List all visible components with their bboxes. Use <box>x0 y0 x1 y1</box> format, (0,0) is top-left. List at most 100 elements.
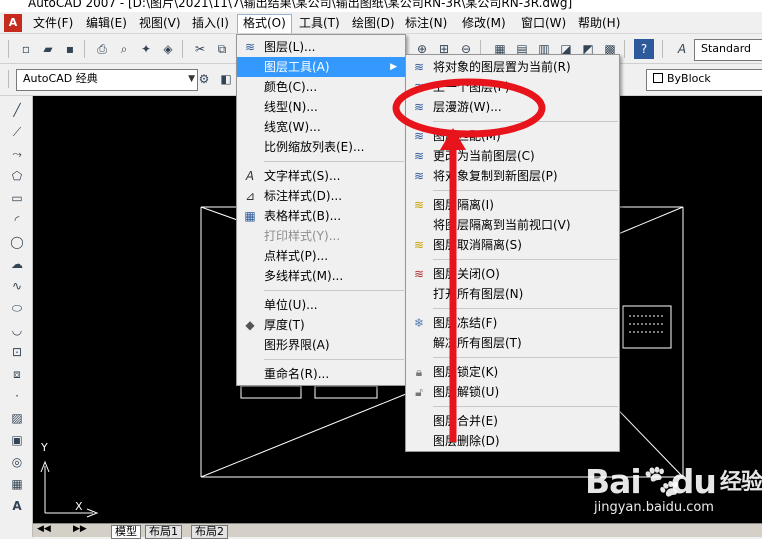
menu-edit[interactable]: 编辑(E) <box>81 14 132 32</box>
menu-item-limits[interactable]: 图形界限(A) <box>237 335 405 355</box>
menu-item-mline-style[interactable]: 多线样式(M)... <box>237 266 405 286</box>
publish-icon[interactable]: ✦ <box>136 39 156 59</box>
layer-off-icon: ≋ <box>413 267 425 281</box>
menu-item-rename[interactable]: 重命名(R)... <box>237 364 405 384</box>
menu-item-point-style[interactable]: 点样式(P)... <box>237 246 405 266</box>
3d-dwf-icon[interactable]: ◈ <box>158 39 178 59</box>
table-icon[interactable]: ▦ <box>7 474 27 494</box>
menu-item-linetype[interactable]: 线型(N)... <box>237 97 405 117</box>
text-style-icon[interactable]: A <box>672 39 692 59</box>
menu-item-layer-previous[interactable]: ≋ 上一个图层(P) <box>406 77 619 97</box>
menu-item-layer-merge[interactable]: 图层合并(E) <box>406 411 619 431</box>
text-style-combo[interactable]: Standard <box>694 39 762 61</box>
menu-item-layer-off[interactable]: ≋ 图层关闭(O) <box>406 264 619 284</box>
help-icon[interactable]: ? <box>634 39 654 59</box>
watermark-url: jingyan.baidu.com <box>594 500 714 515</box>
menu-item-thaw-all[interactable]: 解冻所有图层(T) <box>406 333 619 353</box>
menu-item-layer-isolate[interactable]: ≋ 图层隔离(I) <box>406 195 619 215</box>
layer-isolate-icon: ≋ <box>413 198 425 212</box>
line-icon[interactable]: ╱ <box>7 100 27 120</box>
menu-item-lineweight[interactable]: 线宽(W)... <box>237 117 405 137</box>
ucs-x-label: X <box>75 500 83 513</box>
make-block-icon[interactable]: ⧈ <box>7 364 27 384</box>
menu-item-make-current[interactable]: ≋ 将对象的图层置为当前(R) <box>406 57 619 77</box>
ellipse-icon[interactable]: ⬭ <box>7 298 27 318</box>
window-title: AutoCAD 2007 - [D:\图片\2021\11\7\输出结果\某公司… <box>28 0 573 10</box>
menu-item-change-to-current[interactable]: ≋ 更改为当前图层(C) <box>406 146 619 166</box>
menu-item-layer-unlock[interactable]: 🔓︎ 图层解锁(U) <box>406 382 619 402</box>
new-file-icon[interactable]: ▫ <box>16 39 36 59</box>
layer-unisolate-icon: ≋ <box>413 238 425 252</box>
menu-file[interactable]: 文件(F) <box>28 14 78 32</box>
polygon-icon[interactable]: ⬠ <box>7 166 27 186</box>
menu-help[interactable]: 帮助(H) <box>573 14 625 32</box>
menu-item-thickness[interactable]: ◆ 厚度(T) <box>237 315 405 335</box>
change-to-current-icon: ≋ <box>413 149 425 163</box>
menu-bar: A 文件(F) 编辑(E) 视图(V) 插入(I) 格式(O) 工具(T) 绘图… <box>0 12 762 34</box>
construction-line-icon[interactable]: ⟋ <box>7 122 27 142</box>
menu-window[interactable]: 窗口(W) <box>516 14 571 32</box>
plot-preview-icon[interactable]: ⌕ <box>114 39 134 59</box>
autocad-app-icon[interactable]: A <box>4 14 22 32</box>
menu-draw[interactable]: 绘图(D) <box>347 14 400 32</box>
save-icon[interactable]: ▪ <box>60 39 80 59</box>
open-file-icon[interactable]: ▰ <box>38 39 58 59</box>
rectangle-icon[interactable]: ▭ <box>7 188 27 208</box>
menu-item-color[interactable]: 颜色(C)... <box>237 77 405 97</box>
tab-nav-last-icon[interactable]: ▶▶ <box>73 524 87 534</box>
arc-icon[interactable]: ◜ <box>7 210 27 230</box>
linetype-combo[interactable]: ByBlock <box>646 69 762 91</box>
workspace-settings-icon[interactable]: ⚙ <box>194 69 214 89</box>
layer-match-icon: ≋ <box>413 129 425 143</box>
region-icon[interactable]: ◎ <box>7 452 27 472</box>
menu-item-layer-delete[interactable]: 图层删除(D) <box>406 431 619 451</box>
menu-item-scale-list[interactable]: 比例缩放列表(E)... <box>237 137 405 157</box>
menu-item-text-style[interactable]: A 文字样式(S)... <box>237 166 405 186</box>
menu-item-dim-style[interactable]: ⊿ 标注样式(D)... <box>237 186 405 206</box>
plot-icon[interactable]: ⎙ <box>92 39 112 59</box>
menu-item-layer[interactable]: ≋ 图层(L)... <box>237 37 405 57</box>
layer-walk-icon: ≋ <box>413 100 425 114</box>
revision-cloud-icon[interactable]: ☁ <box>7 254 27 274</box>
menu-separator <box>433 259 618 260</box>
drawing-block-3 <box>622 305 672 349</box>
menu-item-copy-to-new-layer[interactable]: ≋ 将对象复制到新图层(P) <box>406 166 619 186</box>
menu-dimension[interactable]: 标注(N) <box>400 14 452 32</box>
circle-icon[interactable]: ◯ <box>7 232 27 252</box>
menu-item-layer-match[interactable]: ≋ 图层匹配(M) <box>406 126 619 146</box>
workspace-combo[interactable]: AutoCAD 经典 ▼ <box>16 69 198 91</box>
menu-format[interactable]: 格式(O) <box>237 14 292 33</box>
dim-style-icon: ⊿ <box>244 189 256 203</box>
color-swatch-icon <box>653 73 663 83</box>
spline-icon[interactable]: ∿ <box>7 276 27 296</box>
menu-item-layer-lock[interactable]: 🔒︎ 图层锁定(K) <box>406 362 619 382</box>
menu-item-layer-freeze[interactable]: ❄ 图层冻结(F) <box>406 313 619 333</box>
layer-manager-icon[interactable]: ◧ <box>216 69 236 89</box>
menu-item-layer-walk[interactable]: ≋ 层漫游(W)... <box>406 97 619 117</box>
menu-item-table-style[interactable]: ▦ 表格样式(B)... <box>237 206 405 226</box>
polyline-icon[interactable]: ⤳ <box>7 144 27 164</box>
hatch-icon[interactable]: ▨ <box>7 408 27 428</box>
ellipse-arc-icon[interactable]: ◡ <box>7 320 27 340</box>
tab-nav-first-icon[interactable]: ◀◀ <box>37 524 51 534</box>
point-icon[interactable]: · <box>7 386 27 406</box>
insert-block-icon[interactable]: ⊡ <box>7 342 27 362</box>
title-bar: AutoCAD 2007 - [D:\图片\2021\11\7\输出结果\某公司… <box>0 0 762 12</box>
menu-item-layer-tools[interactable]: 图层工具(A) ▶ <box>237 57 405 77</box>
gradient-icon[interactable]: ▣ <box>7 430 27 450</box>
menu-item-turn-all-on[interactable]: 打开所有图层(N) <box>406 284 619 304</box>
menu-item-isolate-to-viewport[interactable]: 将图层隔离到当前视口(V) <box>406 215 619 235</box>
menu-modify[interactable]: 修改(M) <box>457 14 511 32</box>
menu-view[interactable]: 视图(V) <box>134 14 186 32</box>
cut-icon[interactable]: ✂ <box>190 39 210 59</box>
menu-item-layer-unisolate[interactable]: ≋ 图层取消隔离(S) <box>406 235 619 255</box>
menu-insert[interactable]: 插入(I) <box>187 14 234 32</box>
drawing-block-1 <box>240 385 302 399</box>
menu-separator <box>433 406 618 407</box>
copy-icon[interactable]: ⧉ <box>212 39 232 59</box>
menu-item-units[interactable]: 单位(U)... <box>237 295 405 315</box>
layout-tab-bar: ◀◀ ▶▶ 模型 布局1 布局2 <box>33 523 762 539</box>
multiline-text-icon[interactable]: A <box>7 496 27 516</box>
menu-tools[interactable]: 工具(T) <box>294 14 345 32</box>
menu-separator <box>433 190 618 191</box>
